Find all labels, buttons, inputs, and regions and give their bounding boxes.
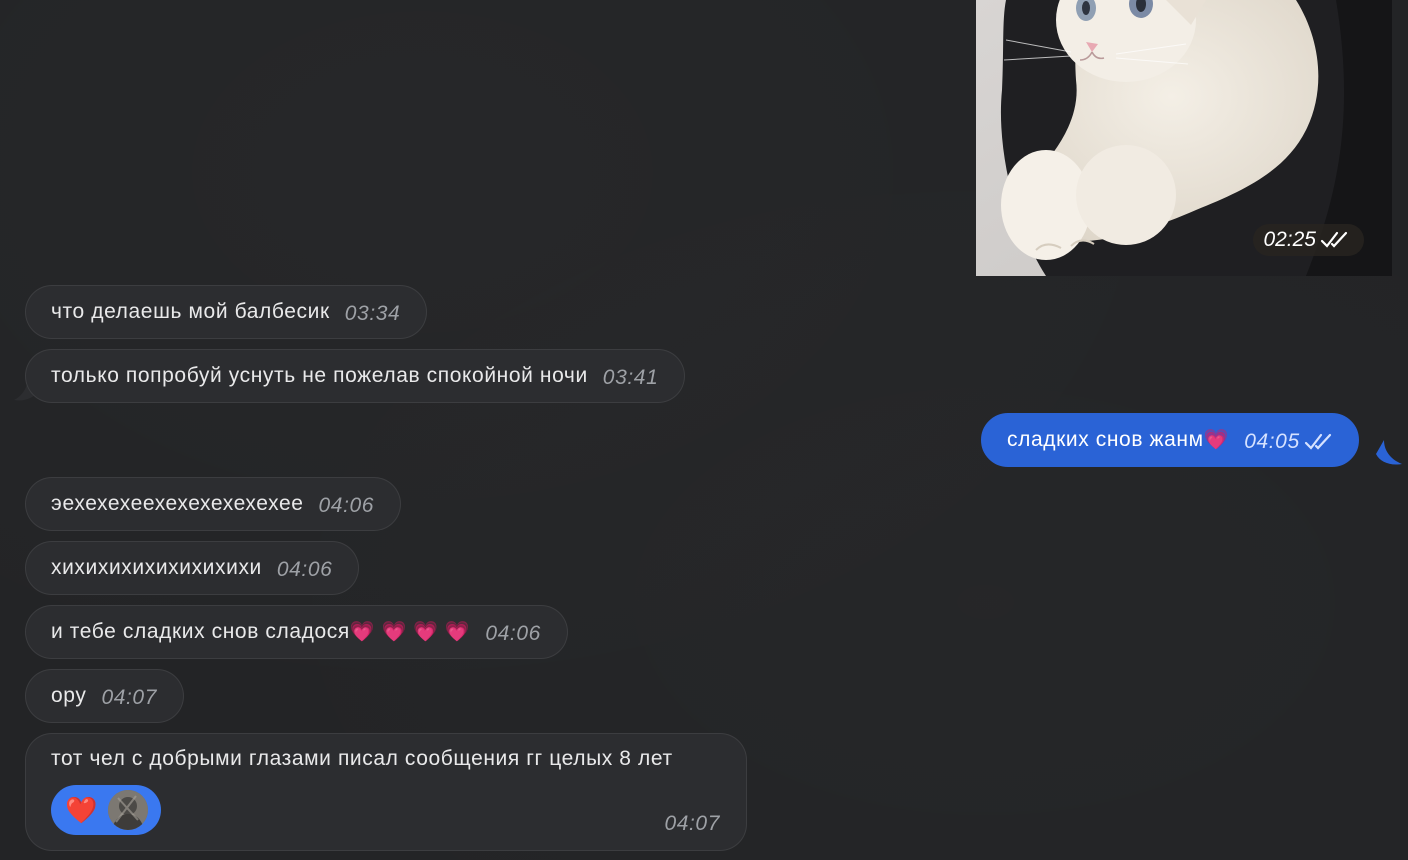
message-bubble[interactable]: эехехехеехехехехехехее 04:06: [25, 477, 402, 531]
avatar-image: [107, 790, 148, 830]
message-time: 04:05: [1244, 430, 1300, 453]
photo-time-badge: 02:25: [1253, 224, 1364, 256]
message-text: и тебе сладких снов сладося: [51, 620, 350, 643]
message-bubble[interactable]: хихихихихихихихихи 04:06: [25, 541, 360, 595]
message-time: 04:06: [318, 494, 375, 517]
message-time: 03:34: [344, 302, 401, 325]
message-text: эехехехеехехехехехехее: [51, 492, 304, 515]
message-text: только попробуй уснуть не пожелав спокой…: [51, 364, 588, 387]
heart-emoji: 💗: [1203, 429, 1230, 451]
message-bubble[interactable]: и тебе сладких снов сладося 💗 💗 💗 💗 04:0…: [25, 605, 568, 659]
message-bubble[interactable]: тот чел с добрыми глазами писал сообщени…: [25, 733, 747, 851]
message-text: тот чел с добрыми глазами писал сообщени…: [51, 747, 673, 770]
message-time: 04:06: [485, 622, 541, 645]
message-text: что делаешь мой балбесик: [51, 300, 330, 323]
reaction-pill[interactable]: ❤️: [51, 785, 161, 835]
message-bubble[interactable]: только попробуй уснуть не пожелав спокой…: [25, 349, 686, 403]
heart-emojis: 💗 💗 💗 💗: [349, 621, 471, 643]
message-bubble[interactable]: ору 04:07: [25, 669, 184, 723]
avatar[interactable]: [107, 790, 148, 830]
message-time: 04:06: [276, 558, 333, 581]
message-text: ору: [51, 684, 87, 707]
double-check-icon: [1320, 231, 1348, 248]
message-bubble-outgoing[interactable]: сладких снов жанм 💗 04:05: [981, 413, 1359, 467]
message-bubble[interactable]: что делаешь мой балбесик 03:34: [25, 285, 428, 339]
bubble-tail-outgoing: [1376, 440, 1402, 465]
photo-time: 02:25: [1263, 228, 1316, 251]
message-time: 04:07: [101, 686, 157, 709]
message-text: хихихихихихихихихи: [51, 556, 262, 579]
message-text: сладких снов жанм: [1007, 428, 1204, 451]
message-time: 04:07: [664, 812, 720, 835]
chat-history: 02:25 что делаешь мой балбесик 03:34 тол…: [0, 0, 1408, 860]
double-check-icon: [1304, 433, 1331, 450]
message-time: 03:41: [602, 366, 659, 389]
red-heart-reaction-icon: ❤️: [65, 795, 98, 825]
photo-message[interactable]: 02:25: [976, 0, 1392, 276]
